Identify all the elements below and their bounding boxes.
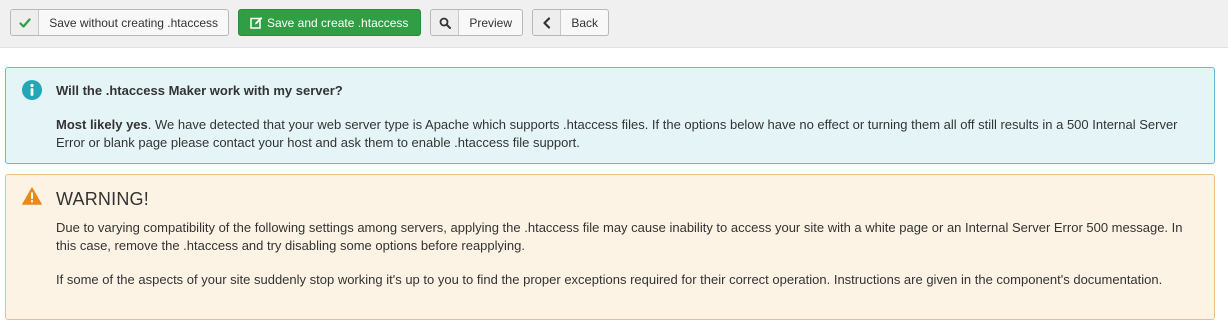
back-button[interactable]: Back bbox=[532, 9, 609, 36]
preview-button[interactable]: Preview bbox=[430, 9, 523, 36]
warning-triangle-icon bbox=[22, 187, 42, 210]
edit-icon bbox=[239, 10, 263, 35]
chevron-left-icon bbox=[533, 10, 562, 35]
warning-paragraph-2: If some of the aspects of your site sudd… bbox=[56, 272, 1163, 287]
save-without-htaccess-label: Save without creating .htaccess bbox=[49, 15, 218, 30]
info-alert: Will the .htaccess Maker work with my se… bbox=[5, 67, 1215, 164]
back-label: Back bbox=[571, 15, 598, 30]
info-alert-title: Will the .htaccess Maker work with my se… bbox=[56, 83, 343, 98]
warning-alert: WARNING! Due to varying compatibility of… bbox=[5, 174, 1215, 320]
check-icon bbox=[11, 10, 40, 35]
info-alert-body: Most likely yes. We have detected that y… bbox=[56, 116, 1196, 152]
warning-alert-title: WARNING! bbox=[56, 189, 149, 209]
toolbar: Save without creating .htaccess Save and… bbox=[0, 0, 1228, 48]
warning-alert-body: Due to varying compatibility of the foll… bbox=[56, 219, 1196, 305]
save-without-htaccess-button[interactable]: Save without creating .htaccess bbox=[10, 9, 229, 36]
info-circle-icon bbox=[22, 80, 42, 105]
save-and-create-htaccess-button[interactable]: Save and create .htaccess bbox=[238, 9, 421, 36]
search-icon bbox=[431, 10, 460, 35]
preview-label: Preview bbox=[469, 15, 512, 30]
save-and-create-htaccess-label: Save and create .htaccess bbox=[267, 15, 409, 30]
info-alert-body-text: . We have detected that your web server … bbox=[56, 117, 1178, 150]
info-alert-body-bold: Most likely yes bbox=[56, 117, 148, 132]
warning-paragraph-1: Due to varying compatibility of the foll… bbox=[56, 220, 1183, 253]
